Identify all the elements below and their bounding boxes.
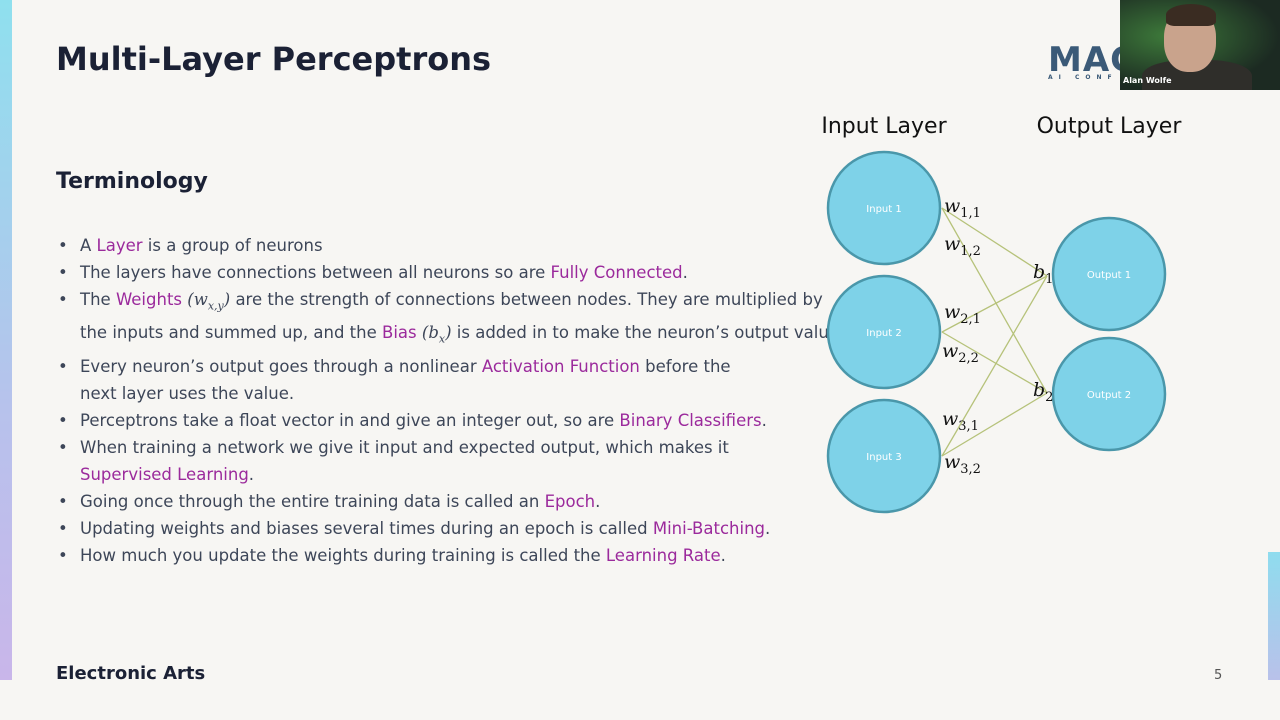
decorative-left-bar xyxy=(0,0,12,680)
list-item: Going once through the entire training d… xyxy=(56,488,846,515)
decorative-right-bar xyxy=(1268,552,1280,680)
bias-label: b1 xyxy=(1033,261,1053,287)
edge xyxy=(941,331,1048,394)
list-item: Perceptrons take a float vector in and g… xyxy=(56,407,846,434)
input-node-label: Input 3 xyxy=(866,452,901,463)
list-item: Updating weights and biases several time… xyxy=(56,515,846,542)
weight-label: w3,2 xyxy=(944,451,981,477)
weight-label: w1,2 xyxy=(944,233,981,259)
output-node-2 xyxy=(1051,336,1167,452)
list-item: A Layer is a group of neurons xyxy=(56,232,846,259)
weight-label: w1,1 xyxy=(944,195,981,221)
bias-label: b2 xyxy=(1033,379,1053,405)
input-layer-label: Input Layer xyxy=(821,114,947,139)
slide-title: Multi-Layer Perceptrons xyxy=(56,40,492,78)
output-node-label: Output 2 xyxy=(1087,390,1131,401)
edge xyxy=(941,207,1048,277)
output-layer-label: Output Layer xyxy=(1037,114,1183,139)
input-node-label: Input 1 xyxy=(866,204,901,215)
conference-logo: MACAI CONF xyxy=(1048,40,1120,81)
webcam-name: Alan Wolfe xyxy=(1123,76,1172,85)
edge xyxy=(941,275,1048,333)
weight-label: w2,2 xyxy=(942,340,979,366)
weight-label: w3,1 xyxy=(942,408,979,434)
edge xyxy=(941,207,1048,394)
output-node-1 xyxy=(1051,216,1167,332)
section-heading: Terminology xyxy=(56,169,208,194)
edge xyxy=(941,392,1048,457)
footer-brand: Electronic Arts xyxy=(56,663,206,684)
input-node-label: Input 2 xyxy=(866,328,901,339)
list-item: When training a network we give it input… xyxy=(56,434,800,488)
output-node-label: Output 1 xyxy=(1087,270,1131,281)
list-item: The Weights (wx,y) are the strength of c… xyxy=(56,286,846,353)
edge xyxy=(941,275,1048,457)
weight-label: w2,1 xyxy=(944,301,981,327)
list-item: Every neuron’s output goes through a non… xyxy=(56,353,770,407)
bottom-bar xyxy=(0,680,1280,720)
terminology-list: A Layer is a group of neurons The layers… xyxy=(56,232,846,569)
list-item: The layers have connections between all … xyxy=(56,259,846,286)
webcam-overlay: Alan Wolfe xyxy=(1120,0,1280,90)
list-item: How much you update the weights during t… xyxy=(56,542,846,569)
page-number: 5 xyxy=(1214,668,1223,683)
